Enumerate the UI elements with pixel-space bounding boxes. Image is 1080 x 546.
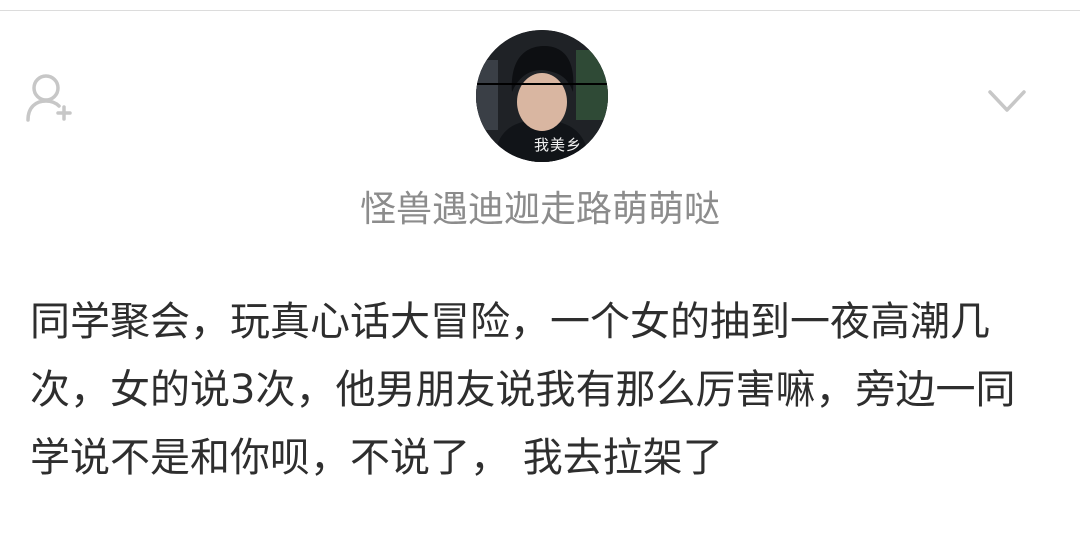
follow-user-button[interactable] bbox=[22, 70, 78, 126]
top-divider bbox=[0, 10, 1080, 11]
add-user-icon bbox=[26, 74, 72, 122]
post-text: 同学聚会，玩真心话大冒险，一个女的抽到一夜高潮几次，女的说3次，他男朋友说我有那… bbox=[30, 299, 1016, 481]
avatar-caption: 我美乡 bbox=[534, 136, 583, 154]
expand-menu-button[interactable] bbox=[984, 82, 1030, 118]
avatar[interactable]: 我美乡 bbox=[476, 30, 608, 162]
chevron-down-icon bbox=[988, 90, 1026, 112]
author-username[interactable]: 怪兽遇迪迦走路萌萌哒 bbox=[0, 182, 1080, 238]
